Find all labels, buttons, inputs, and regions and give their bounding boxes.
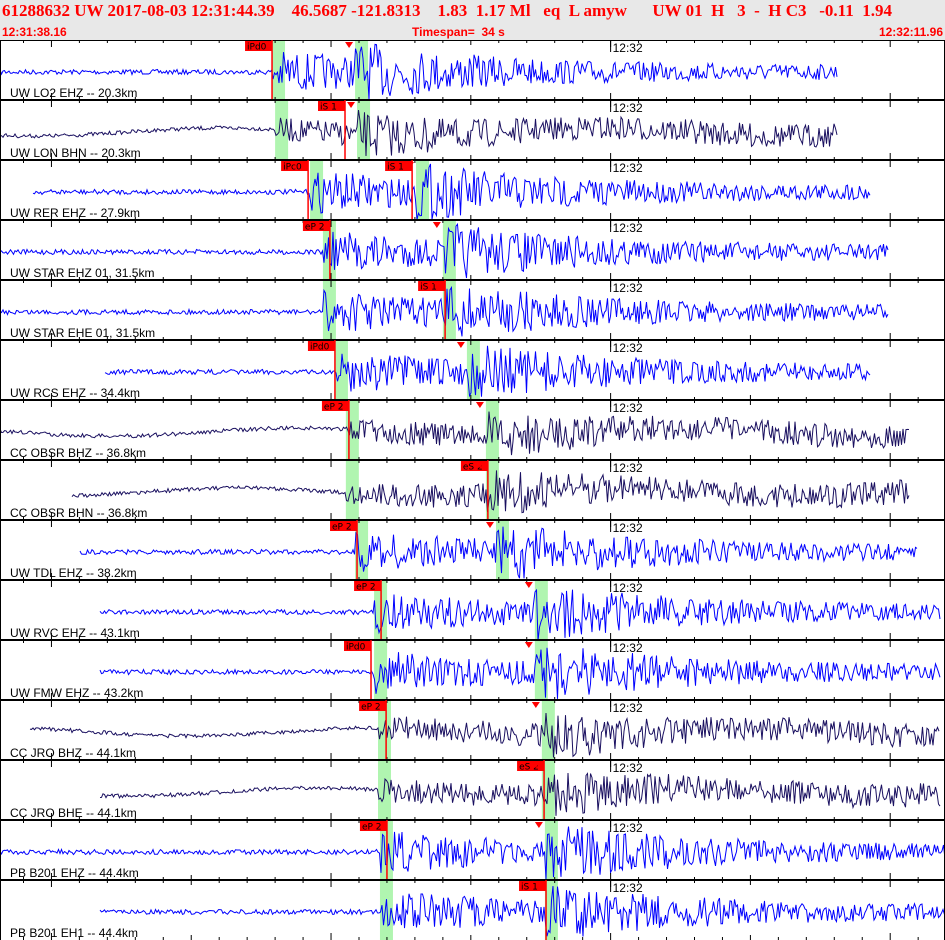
minute-label: 12:32 (613, 641, 643, 655)
waveform-panel[interactable]: 12:32 eP 2 UW TDL EHZ -- 38.2km (0, 519, 945, 580)
minute-label: 12:32 (613, 161, 643, 175)
station-label: CC JRO BHE -- 44.1km (10, 806, 137, 820)
pick-label: iPd0 (346, 643, 366, 653)
pick-label: eP 2 (305, 223, 325, 233)
seismogram-trace (99, 647, 941, 699)
seismogram-trace (99, 588, 941, 641)
station-label: UW STAR EHE 01, 31.5km (10, 326, 155, 340)
waveform-panel[interactable]: 12:32 iPc0 iS 1 UW RER EHZ -- 27.9km (0, 159, 945, 220)
station-label: CC OBSR BHZ -- 36.8km (10, 446, 146, 460)
minute-label: 12:32 (613, 521, 643, 535)
station-label: UW TDL EHZ -- 38.2km (10, 566, 137, 580)
event-header: 61288632 UW 2017-08-03 12:31:44.39 46.56… (0, 0, 945, 40)
pick-label: eP 2 (361, 703, 381, 713)
waveform-panel[interactable]: 12:32 iS 1 UW LON BHN -- 20.3km (0, 99, 945, 160)
waveform-panel[interactable]: 12:32 iPd0 UW LO2 EHZ -- 20.3km (0, 40, 945, 101)
waveform-panel[interactable]: 12:32 eP 2 CC OBSR BHZ -- 36.8km (0, 399, 945, 460)
start-time: 12:31:38.16 (2, 25, 67, 39)
pick-label: iPc0 (283, 163, 302, 173)
station-label: UW RER EHZ -- 27.9km (10, 206, 140, 220)
minute-label: 12:32 (613, 881, 643, 895)
waveform-panel[interactable]: 12:32 iS 1 PB B201 EH1 -- 44.4km (0, 879, 945, 940)
seismogram-trace (104, 345, 871, 398)
minute-label: 12:32 (613, 461, 643, 475)
s-marker-icon (524, 642, 533, 648)
station-label: UW FMW EHZ -- 43.2km (10, 686, 143, 700)
minute-label: 12:32 (613, 821, 643, 835)
s-marker-icon (524, 582, 533, 588)
station-label: UW LO2 EHZ -- 20.3km (10, 86, 137, 100)
pick-label: eP 2 (324, 403, 344, 413)
waveform-panel[interactable]: 12:32 iPd0 UW RCS EHZ -- 34.4km (0, 339, 945, 400)
seismogram-trace (29, 712, 940, 758)
s-marker-icon (475, 402, 484, 408)
s-marker-icon (531, 702, 540, 708)
minute-label: 12:32 (613, 221, 643, 235)
station-label: UW RCS EHZ -- 34.4km (10, 386, 140, 400)
waveform-panels[interactable]: 12:32iPd0UW LO2 EHZ -- 20.3km12:32iS 1UW… (0, 40, 945, 940)
pick-label: eP 2 (332, 523, 352, 533)
waveform-panel[interactable]: 12:32 eP 2 CC JRO BHZ -- 44.1km (0, 699, 945, 760)
pick-label: iS 1 (387, 163, 404, 173)
waveform-panel[interactable]: 12:32eS 2CC OBSR BHN -- 36.8km (0, 459, 945, 520)
station-label: UW LON BHN -- 20.3km (10, 146, 141, 160)
pick-label: iS 1 (521, 883, 538, 893)
seismogram-trace (0, 826, 945, 880)
waveform-panel[interactable]: 12:32 eP 2 PB B201 EHZ -- 44.4km (0, 819, 945, 880)
minute-label: 12:32 (613, 581, 643, 595)
predicted-arrival-window (275, 100, 289, 160)
seismogram-trace (32, 163, 871, 220)
seismogram-trace (99, 772, 941, 816)
station-label: PB B201 EHZ -- 44.4km (10, 866, 139, 880)
station-label: CC OBSR BHN -- 36.8km (10, 506, 147, 520)
s-marker-icon (456, 342, 465, 348)
minute-label: 12:32 (613, 281, 643, 295)
s-marker-icon (432, 222, 441, 228)
station-label: PB B201 EH1 -- 44.4km (10, 926, 138, 940)
s-marker-icon (534, 822, 543, 828)
waveform-panel[interactable]: 12:32 eP 2 UW STAR EHZ 01, 31.5km (0, 219, 945, 280)
s-marker-icon (345, 42, 354, 48)
minute-label: 12:32 (613, 761, 643, 775)
station-label: UW STAR EHZ 01, 31.5km (10, 266, 154, 280)
waveform-panel[interactable]: 12:32eS 2CC JRO BHE -- 44.1km (0, 759, 945, 820)
minute-label: 12:32 (613, 41, 643, 55)
waveform-panel[interactable]: 12:32iS 1UW STAR EHE 01, 31.5km (0, 279, 945, 340)
station-label: CC JRO BHZ -- 44.1km (10, 746, 136, 760)
event-summary: 61288632 UW 2017-08-03 12:31:44.39 46.56… (2, 1, 892, 20)
minute-label: 12:32 (613, 701, 643, 715)
minute-label: 12:32 (613, 101, 643, 115)
pick-label: iS 1 (320, 103, 337, 113)
end-time: 12:32:11.96 (878, 25, 943, 39)
seismogram-trace (99, 886, 945, 937)
pick-label: iPd0 (310, 343, 330, 353)
minute-label: 12:32 (613, 401, 643, 415)
station-label: UW RVC EHZ -- 43.1km (10, 626, 140, 640)
s-marker-icon (347, 102, 356, 108)
waveform-panel[interactable]: 12:32 eP 2 UW RVC EHZ -- 43.1km (0, 579, 945, 641)
pick-label: eP 2 (356, 583, 376, 593)
timespan: Timespan= 34 s (412, 25, 505, 39)
pick-label: iPd0 (247, 43, 267, 53)
waveform-panel[interactable]: 12:32 iPd0 UW FMW EHZ -- 43.2km (0, 639, 945, 700)
pick-label: eP 2 (362, 823, 382, 833)
s-marker-icon (485, 522, 494, 528)
minute-label: 12:32 (613, 341, 643, 355)
